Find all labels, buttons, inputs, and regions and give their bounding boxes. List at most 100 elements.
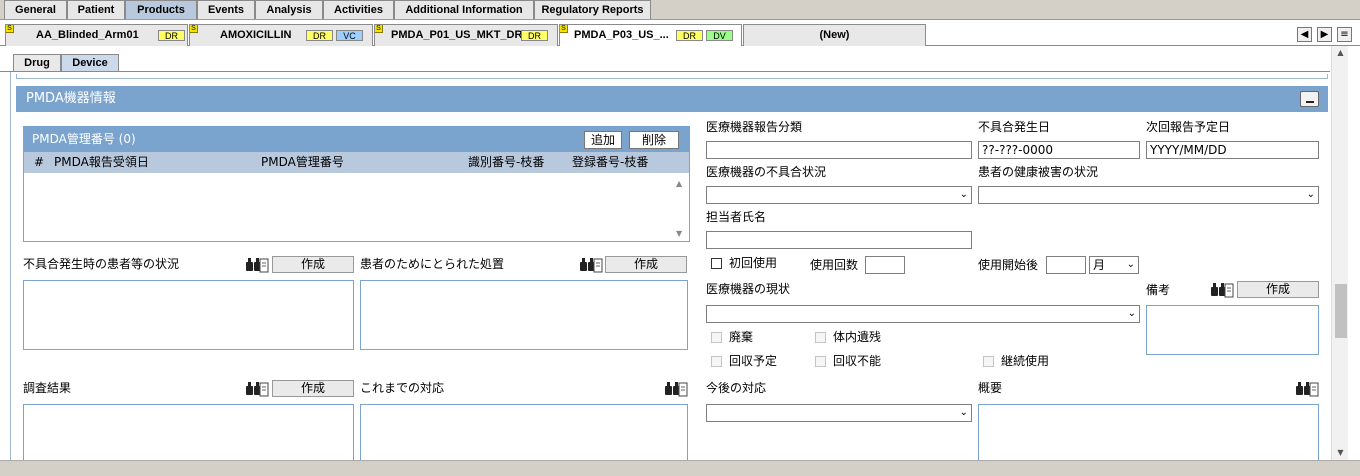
tab-products[interactable]: Products — [125, 0, 197, 19]
treatment-textarea[interactable] — [360, 280, 688, 350]
product-tab-bar: S AA_Blinded_Arm01 DR S AMOXICILLIN DR V… — [0, 24, 1360, 46]
patient-status-textarea[interactable] — [23, 280, 354, 350]
summary-label: 概要 — [978, 381, 1003, 395]
binoculars-icon[interactable] — [664, 380, 688, 397]
scroll-down-icon[interactable]: ▼ — [1332, 446, 1349, 459]
binoculars-icon[interactable] — [1210, 281, 1234, 298]
tab-drug[interactable]: Drug — [13, 54, 61, 72]
period-unit-select[interactable]: 月 ⌄ — [1089, 256, 1139, 274]
remaining-in-body-label: 体内遺残 — [833, 330, 882, 344]
continued-use-label: 継続使用 — [1001, 354, 1050, 368]
minimize-icon[interactable] — [1300, 91, 1319, 107]
first-use-checkbox[interactable] — [711, 258, 722, 269]
report-category-label: 医療機器報告分類 — [706, 120, 803, 134]
suspect-flag-icon: S — [560, 25, 568, 33]
list-icon[interactable]: ≡ — [1337, 27, 1352, 42]
response-so-far-label: これまでの対応 — [360, 381, 445, 395]
scroll-up-icon[interactable]: ▲ — [1332, 46, 1349, 59]
planned-recovery-checkbox[interactable] — [711, 356, 722, 367]
tab-events[interactable]: Events — [197, 0, 255, 19]
create-button[interactable]: 作成 — [605, 256, 687, 273]
column-header-registration-number[interactable]: 登録番号-枝番 — [572, 152, 648, 173]
product-tab-amoxicillin[interactable]: S AMOXICILLIN DR VC — [189, 24, 373, 46]
unrecoverable-label: 回収不能 — [833, 354, 882, 368]
product-tab-pmda-p03[interactable]: S PMDA_P03_US_... DR DV — [559, 24, 742, 46]
period-unit-value: 月 — [1093, 258, 1106, 272]
after-use-start-field[interactable] — [1046, 256, 1086, 274]
suspect-flag-icon: S — [6, 25, 14, 33]
continued-use-checkbox[interactable] — [983, 356, 994, 367]
product-tab-pmda-p01[interactable]: S PMDA_P01_US_MKT_DR DR — [374, 24, 558, 46]
create-button[interactable]: 作成 — [1237, 281, 1319, 298]
chevron-left-icon[interactable]: ◀ — [1297, 27, 1312, 42]
create-button[interactable]: 作成 — [272, 380, 354, 397]
scroll-thumb[interactable] — [1335, 284, 1347, 338]
device-malfunction-label: 医療機器の不具合状況 — [706, 165, 827, 179]
use-count-field[interactable] — [865, 256, 905, 274]
investigation-textarea[interactable] — [23, 404, 354, 464]
device-status-label: 医療機器の現状 — [706, 282, 791, 296]
next-report-date-field[interactable]: YYYY/MM/DD — [1146, 141, 1319, 159]
dr-badge: DR — [158, 30, 185, 41]
tab-regulatory-reports[interactable]: Regulatory Reports — [534, 0, 651, 19]
chevron-down-icon: ⌄ — [1126, 259, 1135, 270]
remarks-textarea[interactable] — [1146, 305, 1319, 355]
column-header-index[interactable]: # — [34, 152, 44, 173]
column-header-identification-number[interactable]: 識別番号-枝番 — [468, 152, 544, 173]
remarks-label: 備考 — [1146, 283, 1171, 297]
device-status-select[interactable]: ⌄ — [706, 305, 1140, 323]
treatment-label: 患者のためにとられた処置 — [360, 257, 505, 271]
malfunction-date-label: 不具合発生日 — [978, 120, 1051, 134]
remaining-in-body-checkbox[interactable] — [815, 332, 826, 343]
section-title: PMDA機器情報 — [26, 91, 116, 106]
investigation-label: 調査結果 — [23, 381, 72, 395]
tab-analysis[interactable]: Analysis — [255, 0, 323, 19]
add-button[interactable]: 追加 — [584, 131, 622, 149]
vc-badge: VC — [336, 30, 363, 41]
section-header: PMDA機器情報 — [16, 86, 1328, 112]
next-report-date-label: 次回報告予定日 — [1146, 120, 1231, 134]
tab-additional-information[interactable]: Additional Information — [394, 0, 534, 19]
binoculars-icon[interactable] — [1295, 380, 1319, 397]
tab-device[interactable]: Device — [61, 54, 119, 72]
device-malfunction-select[interactable]: ⌄ — [706, 186, 972, 204]
product-tab-aa-blinded-arm01[interactable]: S AA_Blinded_Arm01 DR — [5, 24, 188, 46]
dr-badge: DR — [676, 30, 703, 41]
column-header-pmda-received-date[interactable]: PMDA報告受領日 — [54, 152, 149, 173]
report-category-field[interactable] — [706, 141, 972, 159]
scroll-up-icon[interactable]: ▲ — [676, 179, 682, 188]
tab-general[interactable]: General — [4, 0, 67, 19]
tab-activities[interactable]: Activities — [323, 0, 394, 19]
main-tab-bar: General Patient Products Events Analysis… — [0, 0, 1360, 20]
use-count-label: 使用回数 — [810, 258, 859, 272]
binoculars-icon[interactable] — [579, 256, 603, 273]
binoculars-icon[interactable] — [245, 256, 269, 273]
response-so-far-textarea[interactable] — [360, 404, 688, 464]
malfunction-date-field[interactable]: ??-???-0000 — [978, 141, 1140, 159]
grid-title: PMDA管理番号 (0) — [32, 132, 136, 146]
grid-scrollbar[interactable]: ▲ ▼ — [672, 173, 689, 241]
summary-textarea[interactable] — [978, 404, 1319, 464]
patient-status-label: 不具合発生時の患者等の状況 — [23, 257, 180, 271]
unrecoverable-checkbox[interactable] — [815, 356, 826, 367]
tab-patient[interactable]: Patient — [67, 0, 125, 19]
future-response-select[interactable]: ⌄ — [706, 404, 972, 422]
vertical-scrollbar[interactable]: ▲ ▼ — [1331, 46, 1348, 460]
chevron-right-icon[interactable]: ▶ — [1317, 27, 1332, 42]
product-tab-new[interactable]: (New) — [743, 24, 926, 46]
scroll-down-icon[interactable]: ▼ — [676, 229, 682, 238]
health-damage-select[interactable]: ⌄ — [978, 186, 1319, 204]
chevron-down-icon: ⌄ — [1306, 189, 1315, 200]
dr-badge: DR — [306, 30, 333, 41]
person-in-charge-field[interactable] — [706, 231, 972, 249]
create-button[interactable]: 作成 — [272, 256, 354, 273]
grid-header-row: # PMDA報告受領日 PMDA管理番号 識別番号-枝番 登録番号-枝番 — [24, 152, 689, 173]
disposal-checkbox[interactable] — [711, 332, 722, 343]
delete-button[interactable]: 削除 — [629, 131, 679, 149]
column-header-pmda-number[interactable]: PMDA管理番号 — [261, 152, 344, 173]
chevron-down-icon: ⌄ — [959, 407, 968, 418]
binoculars-icon[interactable] — [245, 380, 269, 397]
chevron-down-icon: ⌄ — [959, 189, 968, 200]
planned-recovery-label: 回収予定 — [729, 354, 778, 368]
chevron-down-icon: ⌄ — [1127, 308, 1136, 319]
